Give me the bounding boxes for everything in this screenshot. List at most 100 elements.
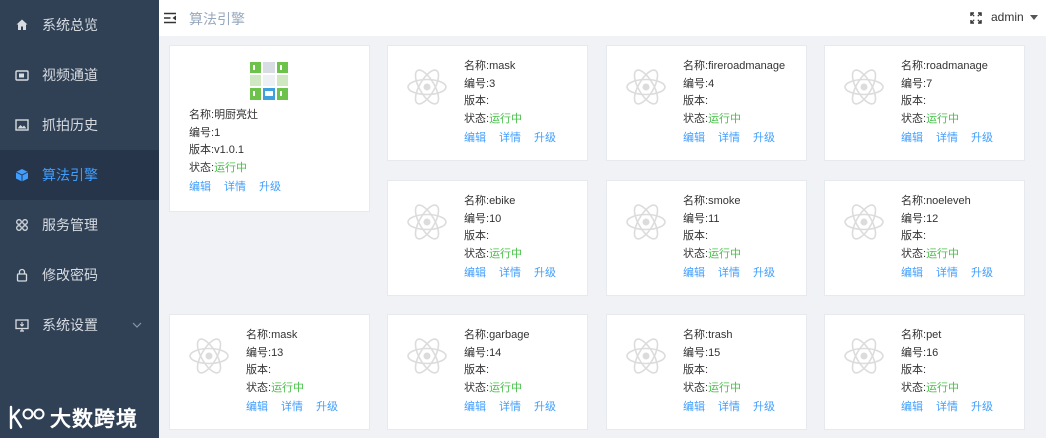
breadcrumb: 算法引擎	[189, 11, 245, 27]
card-info: 名称:noeleveh 编号:12 版本: 状态:运行中 编辑 详情 升级	[901, 193, 993, 283]
card-number: 编号:3	[464, 77, 496, 90]
edit-button[interactable]: 编辑	[464, 130, 486, 148]
upgrade-button[interactable]: 升级	[971, 399, 993, 417]
sidebar-item-label: 算法引擎	[42, 167, 98, 183]
card-number: 编号:13	[246, 346, 284, 359]
caret-down-icon	[1029, 14, 1038, 20]
sidebar-item-label: 服务管理	[42, 217, 98, 233]
card-version: 版本:	[464, 95, 490, 107]
sidebar-item-algorithm-engine[interactable]: 算法引擎	[0, 150, 159, 200]
card-name: 名称:明厨亮灶	[189, 109, 259, 121]
detail-button[interactable]: 详情	[499, 265, 521, 283]
card-name: 名称:pet	[901, 329, 942, 341]
upgrade-button[interactable]: 升级	[534, 265, 556, 283]
atom-icon	[406, 335, 448, 377]
detail-button[interactable]: 详情	[281, 399, 303, 417]
card-info: 名称:mask 编号:3 版本: 状态:运行中 编辑 详情 升级	[464, 58, 556, 148]
chevron-down-icon	[132, 322, 142, 328]
atom-icon	[625, 201, 667, 243]
sidebar: 系统总览 视频通道 抓拍历史 算法引擎 服务管理 修改密码 系统设置 大数跨境	[0, 0, 159, 438]
card-version: 版本:	[901, 95, 927, 107]
upgrade-button[interactable]: 升级	[753, 265, 775, 283]
sidebar-item-capture-history[interactable]: 抓拍历史	[0, 100, 159, 150]
card-number: 编号:4	[683, 77, 715, 90]
sidebar-item-video-channel[interactable]: 视频通道	[0, 50, 159, 100]
card-actions: 编辑 详情 升级	[901, 399, 993, 417]
card-name: 名称:roadmanage	[901, 60, 988, 72]
fullscreen-icon[interactable]	[970, 12, 982, 24]
card-status: 状态:运行中	[464, 247, 523, 260]
detail-button[interactable]: 详情	[718, 265, 740, 283]
card-actions: 编辑 详情 升级	[683, 265, 775, 283]
sidebar-item-label: 系统设置	[42, 317, 98, 333]
card-number: 编号:15	[683, 346, 721, 359]
edit-button[interactable]: 编辑	[683, 399, 705, 417]
card-status: 状态:运行中	[683, 381, 742, 394]
card-status: 状态:运行中	[683, 112, 742, 125]
card-info: 名称:roadmanage 编号:7 版本: 状态:运行中 编辑 详情 升级	[901, 58, 993, 148]
card-name: 名称:garbage	[464, 329, 530, 341]
sidebar-item-service-management[interactable]: 服务管理	[0, 200, 159, 250]
card-actions: 编辑 详情 升级	[189, 179, 281, 197]
edit-button[interactable]: 编辑	[683, 130, 705, 148]
detail-button[interactable]: 详情	[936, 265, 958, 283]
sidebar-item-change-password[interactable]: 修改密码	[0, 250, 159, 300]
atom-icon	[188, 335, 230, 377]
edit-button[interactable]: 编辑	[464, 265, 486, 283]
card-info: 名称:fireroadmanage 编号:4 版本: 状态:运行中 编辑 详情 …	[683, 58, 785, 148]
hamburger-icon[interactable]	[163, 11, 177, 25]
detail-button[interactable]: 详情	[936, 399, 958, 417]
card-name: 名称:fireroadmanage	[683, 60, 786, 72]
detail-button[interactable]: 详情	[224, 179, 246, 197]
edit-button[interactable]: 编辑	[901, 130, 923, 148]
card-actions: 编辑 详情 升级	[683, 130, 785, 148]
card-actions: 编辑 详情 升级	[901, 130, 993, 148]
detail-button[interactable]: 详情	[936, 130, 958, 148]
edit-button[interactable]: 编辑	[683, 265, 705, 283]
upgrade-button[interactable]: 升级	[259, 179, 281, 197]
sidebar-item-label: 修改密码	[42, 267, 98, 283]
detail-button[interactable]: 详情	[499, 399, 521, 417]
edit-button[interactable]: 编辑	[464, 399, 486, 417]
card-name: 名称:mask	[464, 60, 516, 72]
detail-button[interactable]: 详情	[499, 130, 521, 148]
detail-button[interactable]: 详情	[718, 399, 740, 417]
card-version: 版本:v1.0.1	[189, 144, 245, 156]
card-info: 名称:mask 编号:13 版本: 状态:运行中 编辑 详情 升级	[246, 327, 338, 417]
algorithm-card: 名称:ebike 编号:10 版本: 状态:运行中 编辑 详情 升级	[387, 180, 588, 296]
upgrade-button[interactable]: 升级	[971, 130, 993, 148]
edit-button[interactable]: 编辑	[189, 179, 211, 197]
algorithm-card: 名称:fireroadmanage 编号:4 版本: 状态:运行中 编辑 详情 …	[606, 45, 807, 161]
card-version: 版本:	[901, 364, 927, 376]
upgrade-button[interactable]: 升级	[753, 399, 775, 417]
algorithm-card: 名称:smoke 编号:11 版本: 状态:运行中 编辑 详情 升级	[606, 180, 807, 296]
card-status: 状态:运行中	[683, 247, 742, 260]
atom-icon	[843, 335, 885, 377]
card-number: 编号:10	[464, 212, 502, 225]
card-status: 状态:运行中	[901, 112, 960, 125]
sidebar-item-overview[interactable]: 系统总览	[0, 0, 159, 50]
edit-button[interactable]: 编辑	[901, 399, 923, 417]
edit-button[interactable]: 编辑	[901, 265, 923, 283]
upgrade-button[interactable]: 升级	[753, 130, 775, 148]
card-version: 版本:	[683, 230, 709, 242]
card-actions: 编辑 详情 升级	[464, 130, 556, 148]
sidebar-item-system-settings[interactable]: 系统设置	[0, 300, 159, 350]
detail-button[interactable]: 详情	[718, 130, 740, 148]
upgrade-button[interactable]: 升级	[534, 399, 556, 417]
upgrade-button[interactable]: 升级	[971, 265, 993, 283]
upgrade-button[interactable]: 升级	[534, 130, 556, 148]
algorithm-card: 名称:roadmanage 编号:7 版本: 状态:运行中 编辑 详情 升级	[824, 45, 1025, 161]
edit-button[interactable]: 编辑	[246, 399, 268, 417]
upgrade-button[interactable]: 升级	[316, 399, 338, 417]
sidebar-item-label: 视频通道	[42, 67, 98, 83]
card-actions: 编辑 详情 升级	[683, 399, 775, 417]
card-actions: 编辑 详情 升级	[464, 265, 556, 283]
algorithm-card: 名称:pet 编号:16 版本: 状态:运行中 编辑 详情 升级	[824, 314, 1025, 430]
card-number: 编号:11	[683, 212, 720, 225]
card-number: 编号:12	[901, 212, 939, 225]
card-number: 编号:16	[901, 346, 939, 359]
card-version: 版本:	[901, 230, 927, 242]
card-status: 状态:运行中	[246, 381, 305, 394]
user-menu[interactable]: admin	[991, 10, 1038, 24]
